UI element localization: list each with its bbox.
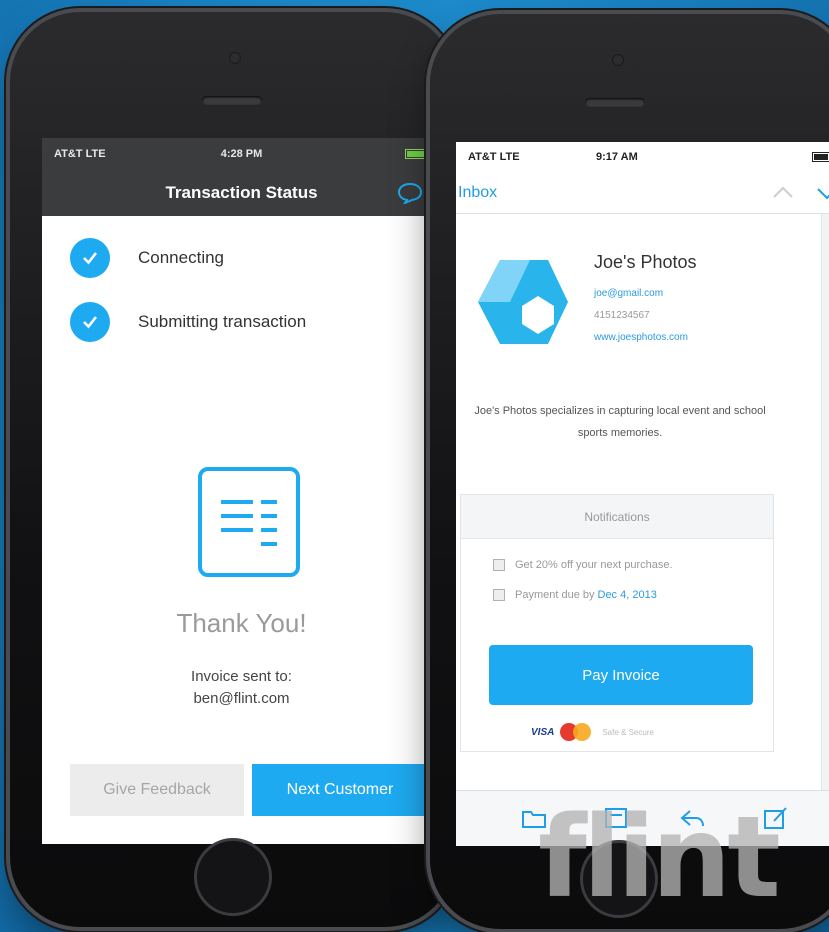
nav-bar: Transaction Status bbox=[42, 170, 441, 216]
step-connecting: Connecting bbox=[70, 238, 224, 278]
invoice-icon bbox=[493, 589, 505, 601]
flint-watermark: flint bbox=[538, 793, 781, 923]
battery-icon bbox=[812, 152, 829, 162]
inbox-back-link[interactable]: Inbox bbox=[458, 184, 497, 202]
chat-bubble-icon[interactable] bbox=[397, 182, 423, 204]
step-label: Connecting bbox=[138, 248, 225, 267]
thank-you-heading: Thank You! bbox=[176, 608, 307, 638]
notification-text: Payment due by bbox=[515, 589, 595, 601]
check-icon bbox=[70, 302, 110, 342]
visa-logo: VISA bbox=[531, 726, 555, 738]
carrier-label: AT&T LTE bbox=[54, 148, 106, 160]
calendar-icon bbox=[493, 559, 505, 571]
notification-text: Get 20% off your next purchase. bbox=[515, 559, 673, 571]
email-screen: AT&T LTE 9:17 AM Inbox Joe's Photos joe@… bbox=[456, 142, 829, 846]
earpiece-speaker bbox=[585, 98, 645, 107]
right-phone: AT&T LTE 9:17 AM Inbox Joe's Photos joe@… bbox=[430, 14, 829, 929]
invoice-recipient-email: ben@flint.com bbox=[193, 690, 290, 707]
action-buttons: Give Feedback Next Customer bbox=[70, 764, 428, 816]
chevron-down-icon[interactable] bbox=[814, 182, 829, 204]
business-email-link[interactable]: joe@gmail.com bbox=[594, 288, 663, 299]
secure-label: Safe & Secure bbox=[602, 727, 654, 737]
carrier-label: AT&T LTE bbox=[468, 151, 520, 163]
earpiece-speaker bbox=[202, 96, 262, 105]
front-camera bbox=[229, 52, 241, 64]
page-title: Transaction Status bbox=[165, 183, 318, 202]
invoice-sent-text: Invoice sent to: ben@flint.com bbox=[42, 666, 441, 710]
invoice-sent-label: Invoice sent to: bbox=[191, 668, 292, 685]
notifications-header: Notifications bbox=[461, 495, 773, 539]
check-icon bbox=[70, 238, 110, 278]
notification-due: Payment due by Dec 4, 2013 bbox=[493, 589, 657, 601]
left-phone: AT&T LTE 4:28 PM Transaction Status Conn… bbox=[10, 12, 455, 927]
business-description: Joe's Photos specializes in capturing lo… bbox=[474, 405, 766, 439]
give-feedback-button[interactable]: Give Feedback bbox=[70, 764, 244, 816]
due-date-link[interactable]: Dec 4, 2013 bbox=[598, 589, 657, 601]
joes-photos-logo bbox=[478, 260, 568, 344]
step-label: Submitting transaction bbox=[138, 312, 307, 331]
mail-nav-bar: Inbox bbox=[456, 172, 829, 214]
front-camera bbox=[612, 54, 624, 66]
payment-methods: VISA Safe & Secure bbox=[531, 723, 654, 741]
chevron-up-icon[interactable] bbox=[770, 182, 796, 204]
notification-discount: Get 20% off your next purchase. bbox=[493, 559, 673, 571]
status-bar: AT&T LTE 9:17 AM bbox=[456, 142, 829, 172]
mastercard-icon bbox=[560, 723, 592, 741]
step-submitting: Submitting transaction bbox=[70, 302, 306, 342]
next-customer-button[interactable]: Next Customer bbox=[252, 764, 428, 816]
business-phone: 4151234567 bbox=[594, 310, 650, 321]
transaction-screen: AT&T LTE 4:28 PM Transaction Status Conn… bbox=[42, 138, 441, 844]
battery-icon bbox=[405, 149, 429, 159]
invoice-document-icon bbox=[198, 467, 300, 577]
pay-invoice-button[interactable]: Pay Invoice bbox=[489, 645, 753, 705]
business-website-link[interactable]: www.joesphotos.com bbox=[594, 332, 688, 343]
status-bar: AT&T LTE 4:28 PM bbox=[42, 138, 441, 170]
email-card: Joe's Photos joe@gmail.com 4151234567 ww… bbox=[456, 214, 822, 790]
home-button[interactable] bbox=[194, 838, 272, 916]
notifications-panel: Notifications Get 20% off your next purc… bbox=[460, 494, 774, 752]
business-name: Joe's Photos bbox=[594, 252, 697, 272]
